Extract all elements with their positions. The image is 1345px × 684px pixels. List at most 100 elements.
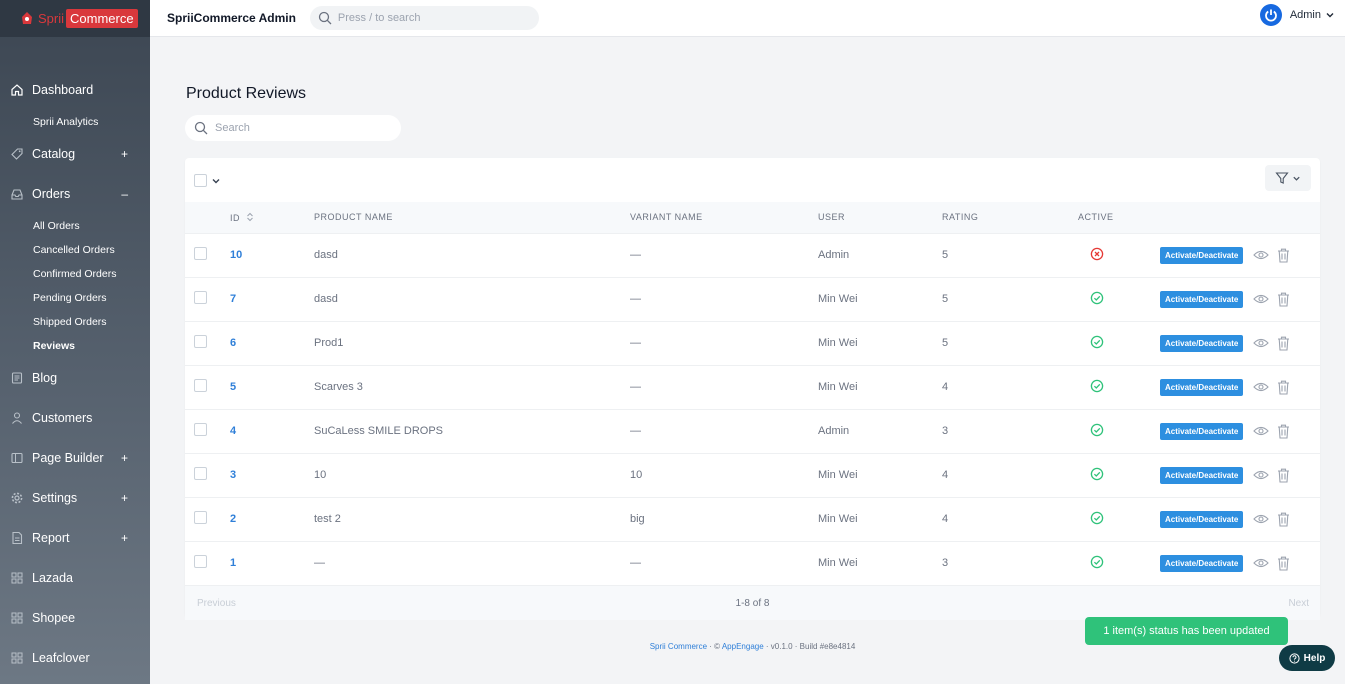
sidebar-item-customers[interactable]: Customers [0, 398, 150, 438]
sidebar-item-blog[interactable]: Blog [0, 358, 150, 398]
activate-deactivate-button[interactable]: Activate/Deactivate [1160, 378, 1244, 396]
activate-deactivate-button[interactable]: Activate/Deactivate [1160, 466, 1244, 484]
sort-icon[interactable] [246, 212, 254, 222]
eye-icon[interactable] [1253, 557, 1270, 569]
review-id-link[interactable]: 6 [230, 321, 314, 365]
actions-cell: Activate/Deactivate [1160, 453, 1320, 497]
row-select-cell [185, 321, 230, 365]
footer-brand-link[interactable]: Sprii Commerce [650, 642, 707, 651]
global-search-input[interactable]: Press / to search [309, 6, 539, 30]
header-user: USER [818, 212, 846, 223]
trash-icon[interactable] [1277, 512, 1290, 527]
header-actions [1160, 202, 1320, 233]
help-button[interactable]: Help [1279, 645, 1335, 671]
sidebar-item-pending-orders[interactable]: Pending Orders [0, 286, 150, 310]
activate-deactivate-button[interactable]: Activate/Deactivate [1160, 554, 1244, 572]
review-id-link[interactable]: 10 [230, 233, 314, 277]
eye-icon[interactable] [1253, 381, 1270, 393]
chevron-down-icon[interactable] [211, 176, 221, 186]
sidebar-item-reviews[interactable]: Reviews [0, 334, 150, 358]
expand-icon[interactable]: + [121, 491, 128, 505]
variant-name-cell: — [630, 337, 641, 349]
sidebar-item-catalog[interactable]: Catalog + [0, 134, 150, 174]
rating-cell: 5 [942, 293, 949, 305]
review-id-link[interactable]: 4 [230, 409, 314, 453]
eye-icon[interactable] [1253, 513, 1270, 525]
row-checkbox[interactable] [194, 423, 207, 436]
trash-icon[interactable] [1277, 424, 1290, 439]
chevron-down-icon [1326, 13, 1334, 18]
active-cell [1078, 233, 1160, 277]
header-variant-name: VARIANT NAME [630, 212, 703, 223]
eye-icon[interactable] [1253, 337, 1270, 349]
review-id-link[interactable]: 3 [230, 453, 314, 497]
sidebar-item-sprii-analytics[interactable]: Sprii Analytics [0, 110, 150, 134]
activate-deactivate-button[interactable]: Activate/Deactivate [1160, 422, 1244, 440]
row-checkbox[interactable] [194, 511, 207, 524]
eye-icon[interactable] [1253, 425, 1270, 437]
row-checkbox[interactable] [194, 555, 207, 569]
next-page-button[interactable]: Next [1288, 598, 1309, 609]
product-name-cell: dasd [314, 249, 338, 261]
row-checkbox[interactable] [194, 379, 207, 392]
sidebar-item-label: Settings [32, 491, 78, 505]
select-all-checkbox[interactable] [194, 174, 207, 187]
activate-deactivate-button[interactable]: Activate/Deactivate [1160, 334, 1244, 352]
sidebar-item-cancelled-orders[interactable]: Cancelled Orders [0, 238, 150, 262]
sidebar-item-lazada[interactable]: Lazada [0, 558, 150, 598]
trash-icon[interactable] [1277, 248, 1290, 263]
active-check-icon [1090, 379, 1104, 393]
expand-icon[interactable]: + [121, 531, 128, 545]
header-id[interactable]: ID [230, 202, 314, 233]
sidebar-item-shipped-orders[interactable]: Shipped Orders [0, 310, 150, 334]
review-id-link[interactable]: 7 [230, 277, 314, 321]
sidebar-item-confirmed-orders[interactable]: Confirmed Orders [0, 262, 150, 286]
expand-icon[interactable]: + [121, 451, 128, 465]
sidebar-item-dashboard[interactable]: Dashboard [0, 70, 150, 110]
sidebar-item-label: Dashboard [32, 83, 94, 97]
status-toast[interactable]: 1 item(s) status has been updated [1085, 617, 1288, 645]
trash-icon[interactable] [1277, 336, 1290, 351]
brand-logo[interactable]: Sprii Commerce [0, 0, 150, 37]
activate-deactivate-button[interactable]: Activate/Deactivate [1160, 510, 1244, 528]
review-id-link[interactable]: 2 [230, 497, 314, 541]
expand-icon[interactable]: + [121, 147, 128, 161]
footer-company-link[interactable]: AppEngage [722, 642, 764, 651]
page-count: 1-8 of 8 [735, 598, 770, 609]
collapse-icon[interactable]: – [121, 187, 128, 201]
eye-icon[interactable] [1253, 249, 1270, 261]
sidebar-item-leafclover[interactable]: Leafclover [0, 638, 150, 678]
review-id-link[interactable]: 1 [230, 541, 314, 585]
bulk-select[interactable] [194, 174, 221, 187]
review-search-input[interactable]: Search [185, 115, 401, 141]
sidebar-item-page-builder[interactable]: Page Builder + [0, 438, 150, 478]
trash-icon[interactable] [1277, 292, 1290, 307]
trash-icon[interactable] [1277, 380, 1290, 395]
sidebar-item-shopee[interactable]: Shopee [0, 598, 150, 638]
sidebar-item-orders[interactable]: Orders – [0, 174, 150, 214]
grid-icon [10, 571, 24, 585]
eye-icon[interactable] [1253, 293, 1270, 305]
active-cell [1078, 321, 1160, 365]
footer-separator: · © [707, 642, 722, 651]
sidebar-item-report[interactable]: Report + [0, 518, 150, 558]
eye-icon[interactable] [1253, 469, 1270, 481]
admin-title: SpriiCommerce Admin [167, 11, 296, 25]
sidebar-item-all-orders[interactable]: All Orders [0, 214, 150, 238]
sidebar-item-settings[interactable]: Settings + [0, 478, 150, 518]
row-checkbox[interactable] [194, 467, 207, 480]
product-name-cell: SuCaLess SMILE DROPS [314, 425, 443, 437]
activate-deactivate-button[interactable]: Activate/Deactivate [1160, 290, 1244, 308]
row-checkbox[interactable] [194, 247, 207, 260]
filter-button[interactable] [1265, 165, 1311, 191]
row-checkbox[interactable] [194, 291, 207, 304]
review-id-link[interactable]: 5 [230, 365, 314, 409]
activate-deactivate-button[interactable]: Activate/Deactivate [1160, 246, 1244, 264]
user-menu[interactable]: Admin [1259, 4, 1335, 26]
user-icon [10, 411, 24, 425]
trash-icon[interactable] [1277, 556, 1290, 571]
row-checkbox[interactable] [194, 335, 207, 348]
sidebar-item-label: Lazada [32, 571, 74, 585]
trash-icon[interactable] [1277, 468, 1290, 483]
row-select-cell [185, 365, 230, 409]
